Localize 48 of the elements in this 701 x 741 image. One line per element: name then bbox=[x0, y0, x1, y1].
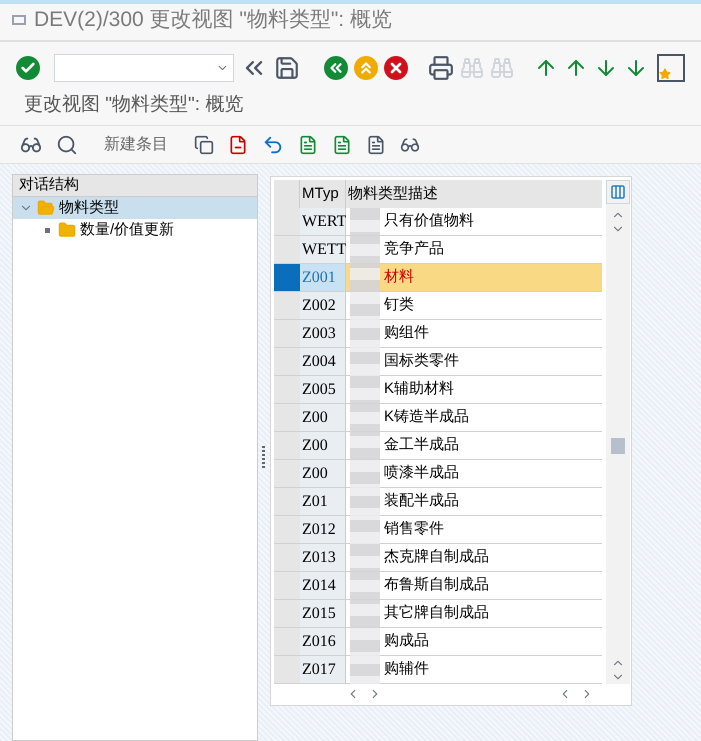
table-cell: Z00 bbox=[300, 404, 346, 431]
columns-icon[interactable] bbox=[606, 180, 630, 204]
tree-item[interactable]: 数量/价值更新 bbox=[13, 219, 257, 241]
table-cell: Z014 bbox=[300, 572, 346, 599]
tree-item[interactable]: 物料类型 bbox=[13, 197, 257, 219]
table-cell: Z003 bbox=[300, 320, 346, 347]
table-cell: Z005 bbox=[300, 376, 346, 403]
back-icon[interactable] bbox=[324, 56, 348, 80]
table-cell: Z01 bbox=[300, 488, 346, 515]
tree-label: 数量/价值更新 bbox=[80, 220, 174, 240]
search-icon[interactable] bbox=[56, 134, 78, 156]
delete-icon[interactable] bbox=[228, 134, 248, 154]
screen-title: 更改视图 "物料类型": 概览 bbox=[24, 93, 244, 118]
print-icon[interactable] bbox=[428, 55, 454, 81]
cancel-icon[interactable] bbox=[384, 56, 408, 80]
check-icon[interactable] bbox=[16, 56, 40, 80]
tree-header: 对话结构 bbox=[13, 175, 257, 197]
window-title: DEV(2)/300 更改视图 "物料类型": 概览 bbox=[34, 7, 392, 34]
splitter-handle[interactable] bbox=[262, 446, 264, 470]
table-cell: WERT bbox=[300, 208, 346, 235]
tree-label: 物料类型 bbox=[59, 198, 119, 218]
column-header[interactable]: 物料类型描述 bbox=[346, 180, 602, 208]
command-field[interactable] bbox=[54, 54, 234, 82]
new-entries-button[interactable]: 新建条目 bbox=[92, 132, 180, 156]
undo-icon[interactable] bbox=[262, 134, 284, 156]
table-cell: Z004 bbox=[300, 348, 346, 375]
table-cell: Z012 bbox=[300, 516, 346, 543]
deselect-icon[interactable] bbox=[366, 134, 386, 154]
menu-icon[interactable] bbox=[12, 15, 26, 25]
folder-icon bbox=[58, 221, 76, 239]
table-cell: Z00 bbox=[300, 432, 346, 459]
copy-icon[interactable] bbox=[194, 134, 214, 154]
select-block-icon[interactable] bbox=[332, 134, 352, 154]
scroll-thumb[interactable] bbox=[611, 438, 625, 454]
table-cell: Z001 bbox=[300, 264, 346, 291]
column-header[interactable]: MTyp bbox=[300, 180, 346, 208]
save-icon[interactable] bbox=[274, 55, 300, 81]
table-cell: Z00 bbox=[300, 460, 346, 487]
table-cell: Z013 bbox=[300, 544, 346, 571]
table-cell: Z017 bbox=[300, 656, 346, 683]
table-cell: Z016 bbox=[300, 628, 346, 655]
table-cell: WETT bbox=[300, 236, 346, 263]
table-cell: Z002 bbox=[300, 292, 346, 319]
select-all-icon[interactable] bbox=[298, 134, 318, 154]
folder-icon bbox=[37, 199, 55, 217]
favorite-window-icon[interactable] bbox=[657, 54, 685, 82]
leaf-icon bbox=[45, 228, 50, 232]
table-cell: Z015 bbox=[300, 600, 346, 627]
